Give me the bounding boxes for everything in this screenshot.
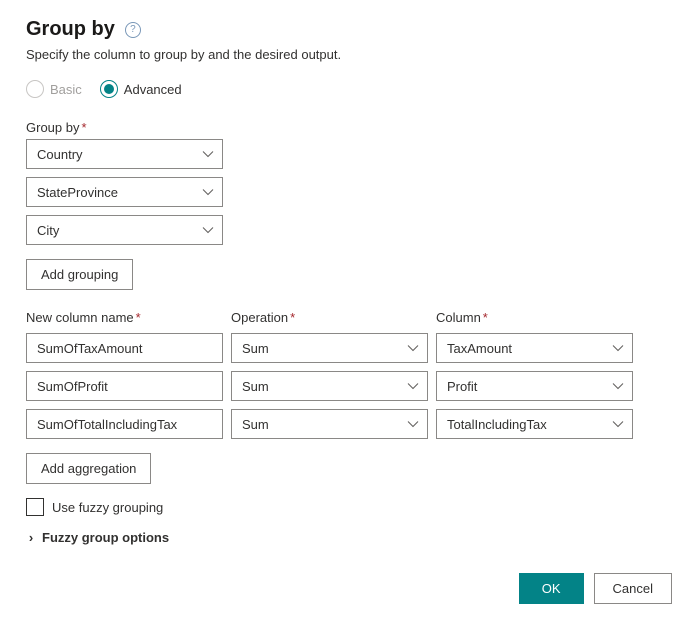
dropdown-value: Sum — [242, 379, 269, 394]
chevron-down-icon — [407, 342, 419, 354]
help-icon[interactable]: ? — [125, 22, 141, 38]
dropdown-value: TotalIncludingTax — [447, 417, 547, 432]
fuzzy-grouping-checkbox[interactable]: Use fuzzy grouping — [26, 498, 672, 516]
checkbox-label: Use fuzzy grouping — [52, 500, 163, 515]
column-select-2[interactable]: TotalIncludingTax — [436, 409, 633, 439]
operation-select-2[interactable]: Sum — [231, 409, 428, 439]
chevron-down-icon — [202, 224, 214, 236]
aggregation-headers: New column name* Operation* Column* — [26, 310, 672, 329]
header-column: Column* — [436, 310, 633, 325]
dialog-title: Group by ? — [26, 18, 672, 41]
chevron-down-icon — [407, 418, 419, 430]
new-column-name-input-0[interactable] — [26, 333, 223, 363]
operation-select-1[interactable]: Sum — [231, 371, 428, 401]
radio-advanced[interactable]: Advanced — [100, 80, 182, 98]
chevron-down-icon — [202, 148, 214, 160]
groupby-column-select-0[interactable]: Country — [26, 139, 223, 169]
add-aggregation-button[interactable]: Add aggregation — [26, 453, 151, 484]
groupby-column-select-2[interactable]: City — [26, 215, 223, 245]
header-text: Operation — [231, 310, 288, 325]
dialog-title-text: Group by — [26, 18, 115, 41]
new-column-name-input-1[interactable] — [26, 371, 223, 401]
header-new-column-name: New column name* — [26, 310, 223, 325]
required-asterisk: * — [483, 310, 488, 325]
cancel-button[interactable]: Cancel — [594, 573, 672, 604]
radio-advanced-label: Advanced — [124, 82, 182, 97]
header-text: Column — [436, 310, 481, 325]
mode-radio-group: Basic Advanced — [26, 80, 672, 98]
groupby-label: Group by* — [26, 120, 672, 135]
add-grouping-button[interactable]: Add grouping — [26, 259, 133, 290]
radio-basic[interactable]: Basic — [26, 80, 82, 98]
groupby-label-text: Group by — [26, 120, 79, 135]
header-operation: Operation* — [231, 310, 428, 325]
column-select-1[interactable]: Profit — [436, 371, 633, 401]
dropdown-value: City — [37, 223, 59, 238]
chevron-down-icon — [407, 380, 419, 392]
dropdown-value: StateProvince — [37, 185, 118, 200]
required-asterisk: * — [136, 310, 141, 325]
chevron-down-icon — [612, 342, 624, 354]
checkbox-icon — [26, 498, 44, 516]
new-column-name-input-2[interactable] — [26, 409, 223, 439]
aggregation-row: Sum TotalIncludingTax — [26, 409, 672, 439]
aggregation-row: Sum Profit — [26, 371, 672, 401]
dropdown-value: Sum — [242, 341, 269, 356]
chevron-right-icon: › — [26, 530, 36, 545]
radio-icon — [100, 80, 118, 98]
header-text: New column name — [26, 310, 134, 325]
radio-icon — [26, 80, 44, 98]
dropdown-value: TaxAmount — [447, 341, 512, 356]
chevron-down-icon — [612, 418, 624, 430]
required-asterisk: * — [290, 310, 295, 325]
required-asterisk: * — [81, 120, 86, 135]
chevron-down-icon — [202, 186, 214, 198]
expander-label: Fuzzy group options — [42, 530, 169, 545]
groupby-column-select-1[interactable]: StateProvince — [26, 177, 223, 207]
dialog-footer: OK Cancel — [26, 573, 672, 604]
dropdown-value: Country — [37, 147, 83, 162]
chevron-down-icon — [612, 380, 624, 392]
radio-basic-label: Basic — [50, 82, 82, 97]
dropdown-value: Profit — [447, 379, 477, 394]
fuzzy-group-options-expander[interactable]: › Fuzzy group options — [26, 530, 672, 545]
aggregations-section: New column name* Operation* Column* Sum … — [26, 310, 672, 484]
column-select-0[interactable]: TaxAmount — [436, 333, 633, 363]
ok-button[interactable]: OK — [519, 573, 584, 604]
operation-select-0[interactable]: Sum — [231, 333, 428, 363]
aggregation-row: Sum TaxAmount — [26, 333, 672, 363]
dialog-subtitle: Specify the column to group by and the d… — [26, 47, 672, 62]
dropdown-value: Sum — [242, 417, 269, 432]
